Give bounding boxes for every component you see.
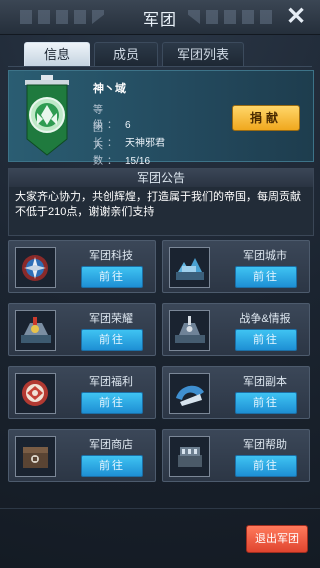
announcement-text: 大家齐心协力，共创辉煌，打造属于我们的帝国，每周贡献不低于210点，谢谢亲们支持 xyxy=(15,191,301,218)
feature-card-honor: 军团荣耀 前往 xyxy=(8,303,156,356)
feature-label: 军团荣耀 xyxy=(89,313,133,325)
members-value: 15/16 xyxy=(125,156,151,167)
go-button-shop[interactable]: 前往 xyxy=(81,455,143,477)
go-button-tech[interactable]: 前往 xyxy=(81,266,143,288)
tab-guild-list[interactable]: 军团列表 xyxy=(162,42,244,67)
page-title: 军团 xyxy=(142,12,177,29)
feature-label: 军团科技 xyxy=(89,250,133,262)
guild-members: 人 数： 15/16 xyxy=(93,137,150,167)
tab-members[interactable]: 成员 xyxy=(94,42,158,67)
guild-emblem-icon xyxy=(25,75,69,156)
feature-card-shop: 军团商店 前往 xyxy=(8,429,156,482)
shop-icon xyxy=(15,436,56,477)
announcement-panel: 军团公告 大家齐心协力，共创辉煌，打造属于我们的帝国，每周贡献不低于210点，谢… xyxy=(8,168,314,236)
war-intel-icon xyxy=(169,310,210,351)
feature-card-city: 军团城市 前往 xyxy=(162,240,310,293)
announcement-title: 军团公告 xyxy=(9,169,313,187)
go-button-war-intel[interactable]: 前往 xyxy=(235,329,297,351)
footer-divider xyxy=(0,508,320,509)
go-button-honor[interactable]: 前往 xyxy=(81,329,143,351)
feature-label: 军团帮助 xyxy=(243,439,287,451)
tab-underline xyxy=(8,66,312,67)
guild-screen: 军团 ✕ 信息 成员 军团列表 神丶域 等 级： 6 团 长： 天神邪君 人 数： 1… xyxy=(0,0,320,568)
welfare-icon xyxy=(15,373,56,414)
tab-info[interactable]: 信息 xyxy=(24,42,90,67)
city-icon xyxy=(169,247,210,288)
feature-card-war-intel: 战争&情报 前往 xyxy=(162,303,310,356)
feature-label: 军团城市 xyxy=(243,250,287,262)
title-bar: 军团 ✕ xyxy=(0,0,320,35)
feature-label: 战争&情报 xyxy=(239,313,291,325)
tab-bar: 信息 成员 军团列表 xyxy=(24,42,244,67)
go-button-dungeon[interactable]: 前往 xyxy=(235,392,297,414)
feature-card-tech: 军团科技 前往 xyxy=(8,240,156,293)
go-button-help[interactable]: 前往 xyxy=(235,455,297,477)
exit-guild-button[interactable]: 退出军团 xyxy=(246,525,308,553)
feature-label: 军团商店 xyxy=(89,439,133,451)
close-icon[interactable]: ✕ xyxy=(282,3,310,31)
go-button-city[interactable]: 前往 xyxy=(235,266,297,288)
tech-icon xyxy=(15,247,56,288)
go-button-welfare[interactable]: 前往 xyxy=(81,392,143,414)
guild-name: 神丶域 xyxy=(93,83,126,95)
feature-card-welfare: 军团福利 前往 xyxy=(8,366,156,419)
feature-card-help: 军团帮助 前往 xyxy=(162,429,310,482)
help-icon xyxy=(169,436,210,477)
feature-label: 军团福利 xyxy=(89,376,133,388)
dungeon-icon xyxy=(169,373,210,414)
feature-card-dungeon: 军团副本 前往 xyxy=(162,366,310,419)
honor-icon xyxy=(15,310,56,351)
donate-button[interactable]: 捐献 xyxy=(232,105,300,131)
members-label: 人 数： xyxy=(93,141,121,167)
feature-label: 军团副本 xyxy=(243,376,287,388)
